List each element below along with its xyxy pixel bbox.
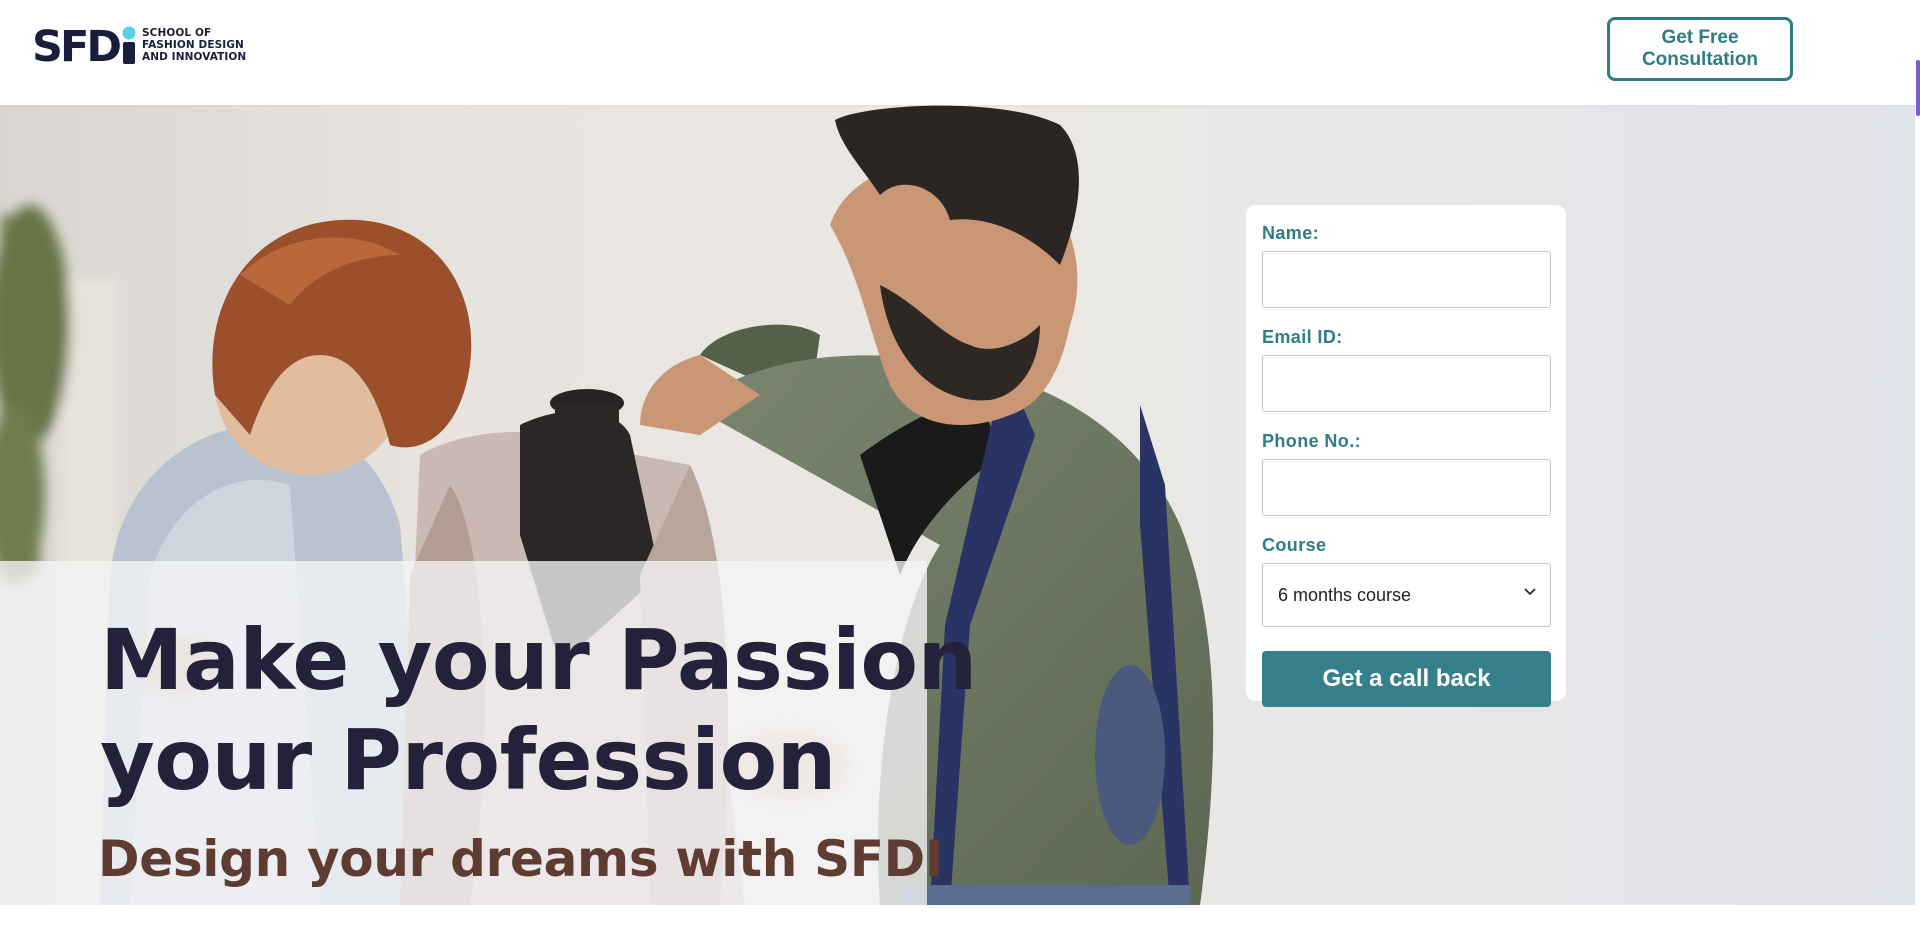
phone-field[interactable]: [1262, 459, 1551, 516]
svg-text:SFD: SFD: [32, 26, 120, 64]
logo-line: AND INNOVATION: [142, 51, 247, 63]
logo-line: FASHION DESIGN: [142, 39, 244, 51]
logo-wordmark: SCHOOL OF FASHION DESIGN AND INNOVATION: [142, 27, 246, 63]
logo-line: SCHOOL OF: [142, 27, 212, 39]
course-selected-value: 6 months course: [1278, 584, 1412, 605]
email-label: Email ID:: [1262, 327, 1343, 347]
get-a-call-back-button[interactable]: Get a call back: [1262, 651, 1551, 707]
hero-title-line: your Profession: [100, 711, 836, 809]
name-label: Name:: [1262, 223, 1320, 243]
hero-title-line: Make your Passion: [100, 611, 977, 709]
scroll-indicator[interactable]: [1916, 60, 1920, 116]
email-field[interactable]: [1262, 355, 1551, 412]
name-field[interactable]: [1262, 251, 1551, 308]
get-free-consultation-button[interactable]: Get Free Consultation: [1607, 17, 1793, 81]
course-label: Course: [1262, 535, 1327, 555]
hero-section: Make your Passion your Profession Design…: [0, 105, 1915, 905]
chevron-down-icon: [1524, 588, 1536, 596]
site-header: SFD SCHOOL OF FASHION DESIGN AND INNOVAT…: [0, 0, 1920, 105]
callback-form: Name: Email ID: Phone No.: Course 6 mont…: [1246, 205, 1566, 707]
sfdi-logo[interactable]: SFD SCHOOL OF FASHION DESIGN AND INNOVAT…: [32, 26, 246, 64]
hero-title: Make your Passion your Profession: [100, 610, 977, 810]
course-select[interactable]: 6 months course: [1262, 563, 1551, 627]
logo-mark-icon: SFD: [32, 26, 136, 64]
phone-label: Phone No.:: [1262, 431, 1361, 451]
hero-subtitle: Design your dreams with SFDI: [98, 830, 944, 888]
